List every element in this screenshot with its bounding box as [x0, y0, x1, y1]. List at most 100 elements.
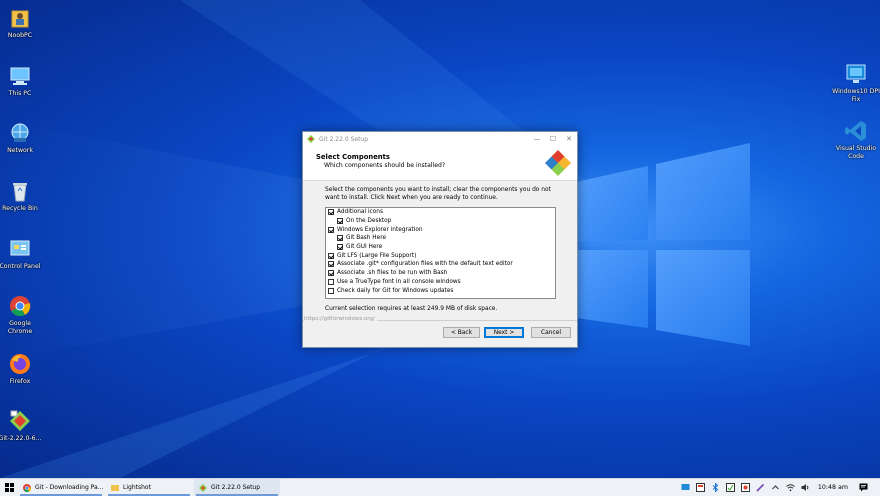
windows-app-tray-icon[interactable] [695, 483, 705, 492]
firefox-icon [8, 352, 32, 376]
checkbox[interactable] [328, 287, 334, 294]
control-panel-icon [8, 237, 32, 261]
desktop-icon-label: Firefox [9, 378, 31, 385]
desktop-icon-recycle-bin[interactable]: Recycle Bin [0, 179, 44, 213]
minimize-button[interactable]: — [529, 135, 545, 143]
component-row[interactable]: Windows Explorer integration [326, 225, 555, 234]
checkbox[interactable] [337, 244, 343, 251]
window-title: Git 2.22.0 Setup [319, 135, 369, 143]
component-row[interactable]: On the Desktop [326, 217, 555, 226]
desktop-icon-label: Control Panel [0, 263, 41, 270]
desktop-icon-git-installer[interactable]: Git-2.22.0-6... [0, 409, 44, 443]
component-row[interactable]: Git Bash Here [326, 234, 555, 243]
component-label: On the Desktop [346, 218, 392, 225]
components-list[interactable]: Additional icons On the Desktop Windows … [325, 207, 556, 299]
page-title: Select Components [316, 153, 390, 161]
taskbar-item-chrome[interactable]: Git - Downloading Pa... [18, 479, 104, 496]
taskbar-item-label: Git - Downloading Pa... [35, 484, 104, 491]
taskbar-item-lightshot[interactable]: Lightshot [106, 479, 192, 496]
desktop-icon-noobpc[interactable]: NoobPC [0, 6, 44, 40]
chrome-icon [8, 294, 32, 318]
checkbox[interactable] [328, 252, 334, 259]
component-label: Git LFS (Large File Support) [337, 252, 417, 259]
git-logo-icon [543, 148, 573, 178]
system-tray: 10:48 am [678, 479, 880, 496]
checkbox[interactable] [328, 278, 334, 285]
monitor-tray-icon[interactable] [681, 483, 690, 492]
desktop-icon-label: Network [7, 147, 33, 154]
desktop-icon-google-chrome[interactable]: Google Chrome [0, 294, 44, 336]
component-label: Additional icons [337, 209, 383, 216]
setup-window: Git 2.22.0 Setup — ☐ ✕ Select Components… [302, 131, 578, 348]
git-installer-icon [8, 409, 32, 433]
checkbox[interactable] [337, 218, 343, 225]
component-row[interactable]: Additional icons [326, 208, 555, 217]
component-row[interactable]: Associate .sh files to be run with Bash [326, 269, 555, 278]
wifi-icon[interactable] [786, 483, 795, 492]
desktop-icon-firefox[interactable]: Firefox [0, 352, 44, 386]
component-row[interactable]: Associate .git* configuration files with… [326, 260, 555, 269]
component-row[interactable]: Git LFS (Large File Support) [326, 251, 555, 260]
screenshot-tray-icon[interactable] [725, 483, 735, 492]
taskbar: Git - Downloading Pa... Lightshot Git 2.… [0, 478, 880, 496]
back-button[interactable]: < Back [443, 327, 480, 338]
next-button[interactable]: Next > [484, 327, 524, 338]
notifications-icon[interactable] [859, 483, 868, 492]
desktop-icon-label: Git-2.22.0-6... [0, 435, 42, 442]
page-subtitle: Which components should be installed? [324, 162, 446, 169]
desktop-icon-label: Recycle Bin [2, 205, 38, 212]
desktop-icon-this-pc[interactable]: This PC [0, 64, 44, 98]
vscode-icon [844, 119, 868, 143]
checkbox[interactable] [328, 261, 334, 268]
chevron-up-icon[interactable] [771, 483, 780, 492]
component-label: Git Bash Here [346, 235, 387, 242]
git-icon [199, 483, 207, 492]
maximize-button[interactable]: ☐ [545, 135, 561, 143]
website-link[interactable]: https://gitforwindows.org/ [304, 316, 377, 322]
desktop-icon-label: Google Chrome [7, 320, 33, 335]
desktop-icon-vscode[interactable]: Visual Studio Code [832, 119, 880, 161]
security-tray-icon[interactable] [740, 483, 750, 492]
component-label: Associate .sh files to be run with Bash [337, 270, 448, 277]
network-icon [8, 121, 32, 145]
desktop-icon-label: Visual Studio Code [835, 145, 877, 160]
title-bar[interactable]: Git 2.22.0 Setup — ☐ ✕ [303, 132, 577, 146]
git-icon [307, 135, 315, 143]
chrome-icon [23, 483, 31, 492]
computer-icon [8, 64, 32, 88]
component-label: Windows Explorer integration [337, 226, 423, 233]
checkbox[interactable] [328, 270, 334, 277]
checkbox[interactable] [337, 235, 343, 242]
bluetooth-icon[interactable] [711, 483, 720, 492]
taskbar-item-label: Lightshot [123, 484, 151, 491]
component-row[interactable]: Check daily for Git for Windows updates [326, 286, 555, 295]
cancel-button[interactable]: Cancel [531, 327, 571, 338]
disk-space-text: Current selection requires at least 249.… [325, 306, 498, 312]
clock[interactable]: 10:48 am [818, 484, 848, 491]
recycle-bin-icon [8, 179, 32, 203]
volume-icon[interactable] [801, 483, 810, 492]
start-button[interactable] [0, 479, 18, 496]
pen-icon[interactable] [756, 483, 765, 492]
desktop-icon-control-panel[interactable]: Control Panel [0, 237, 44, 271]
taskbar-item-label: Git 2.22.0 Setup [211, 484, 261, 491]
instructions-text: Select the components you want to instal… [325, 187, 551, 201]
user-folder-icon [8, 6, 32, 30]
component-label: Check daily for Git for Windows updates [337, 287, 454, 294]
desktop-icon-label: NoobPC [7, 32, 33, 39]
desktop: NoobPC This PC Network Recycle Bin Contr… [0, 0, 880, 478]
desktop-icon-network[interactable]: Network [0, 121, 44, 155]
desktop-icon-label: This PC [8, 90, 32, 97]
component-row[interactable]: Git GUI Here [326, 243, 555, 252]
checkbox[interactable] [328, 226, 334, 233]
folder-icon [111, 484, 119, 491]
desktop-icon-dpi-fix[interactable]: Windows10 DPI Fix [832, 62, 880, 104]
component-label: Use a TrueType font in all console windo… [337, 278, 461, 285]
taskbar-item-git-setup[interactable]: Git 2.22.0 Setup [194, 479, 280, 496]
windows-logo-icon [4, 483, 14, 492]
checkbox[interactable] [328, 209, 334, 216]
wizard-header: Select Components Which components shoul… [303, 146, 577, 181]
component-row[interactable]: Use a TrueType font in all console windo… [326, 278, 555, 287]
close-button[interactable]: ✕ [561, 135, 577, 143]
component-label: Associate .git* configuration files with… [337, 261, 513, 268]
